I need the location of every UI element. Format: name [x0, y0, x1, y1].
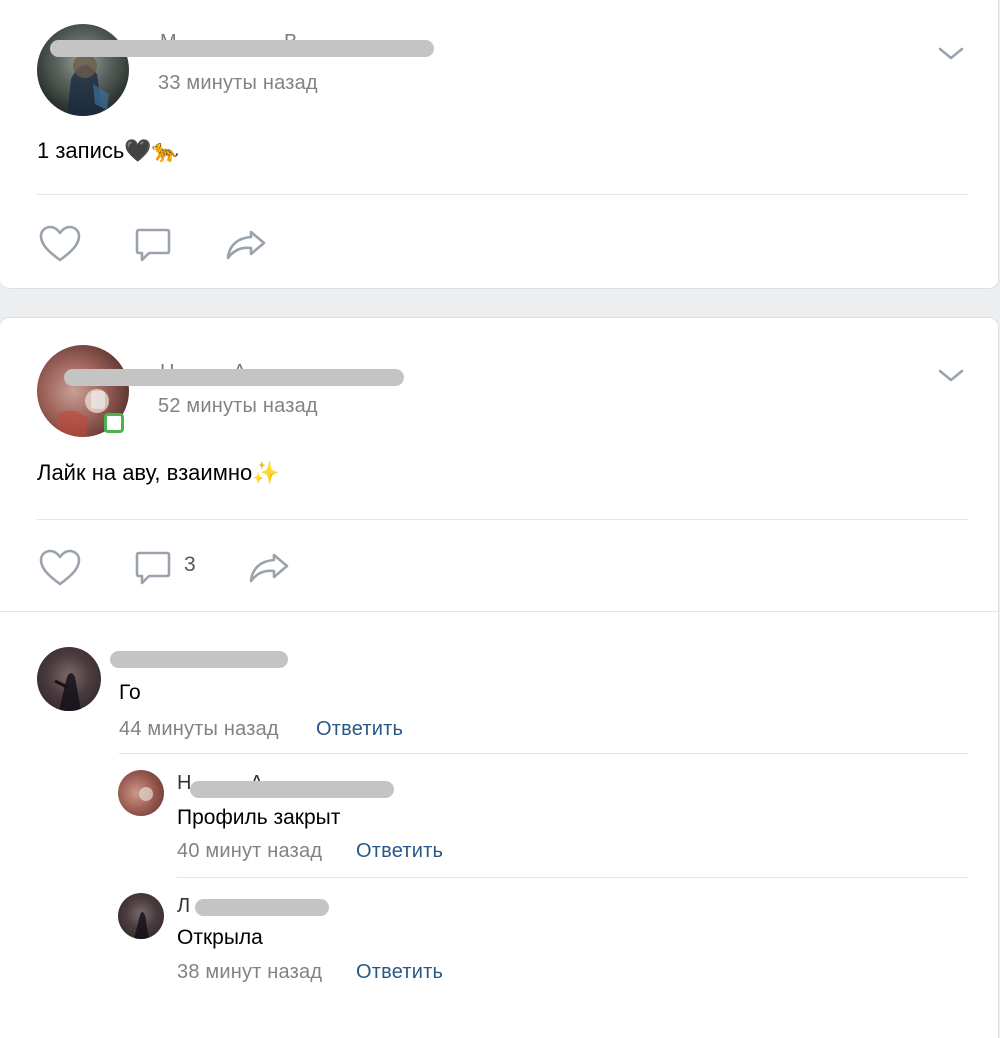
post-text: Лайк на аву, взаимно✨ — [37, 460, 280, 485]
post-card: М В 33 минуты назад 1 запись🖤🐆 — [0, 0, 999, 289]
comment-time[interactable]: 40 минут назад — [177, 840, 322, 863]
chevron-down-icon[interactable] — [938, 368, 964, 384]
author-name-redacted[interactable] — [50, 40, 434, 57]
comment-author-name-redacted[interactable] — [190, 781, 394, 798]
post-time[interactable]: 33 минуты назад — [158, 72, 318, 95]
chevron-down-icon[interactable] — [938, 46, 964, 62]
share-icon[interactable] — [225, 228, 267, 262]
comments-count[interactable]: 3 — [184, 553, 196, 577]
author-name-redacted[interactable] — [64, 369, 404, 386]
comment-icon[interactable] — [134, 551, 172, 587]
comment-author-fragment: Л — [177, 895, 191, 917]
reply-link[interactable]: Ответить — [356, 840, 443, 863]
comment-author-avatar[interactable] — [37, 647, 101, 711]
comment-divider — [119, 753, 968, 754]
comment-divider — [177, 877, 968, 878]
online-mobile-badge — [104, 413, 124, 433]
comment-text: Открыла — [177, 926, 263, 949]
comment-author-avatar[interactable] — [118, 893, 164, 939]
author-avatar[interactable] — [37, 24, 129, 116]
post-time[interactable]: 52 минуты назад — [158, 395, 318, 418]
share-icon[interactable] — [248, 551, 290, 585]
comments-divider — [0, 611, 998, 612]
post-card: Н А 52 минуты назад Лайк на аву, взаимно… — [0, 317, 999, 1038]
comment-time[interactable]: 44 минуты назад — [119, 718, 279, 741]
comment-author-avatar[interactable] — [118, 770, 164, 816]
comment-time[interactable]: 38 минут назад — [177, 961, 322, 984]
heart-icon[interactable] — [38, 225, 82, 263]
post-divider — [37, 519, 968, 520]
comment-author-name-redacted[interactable] — [110, 651, 288, 668]
comment-text: Го — [119, 681, 141, 704]
post-text: 1 запись🖤🐆 — [37, 138, 180, 163]
reply-link[interactable]: Ответить — [316, 718, 403, 741]
heart-icon[interactable] — [38, 549, 82, 587]
comment-author-name-redacted[interactable] — [195, 899, 329, 916]
post-divider — [37, 194, 968, 195]
reply-link[interactable]: Ответить — [356, 961, 443, 984]
comment-icon[interactable] — [134, 228, 172, 264]
comment-text: Профиль закрыт — [177, 806, 341, 829]
